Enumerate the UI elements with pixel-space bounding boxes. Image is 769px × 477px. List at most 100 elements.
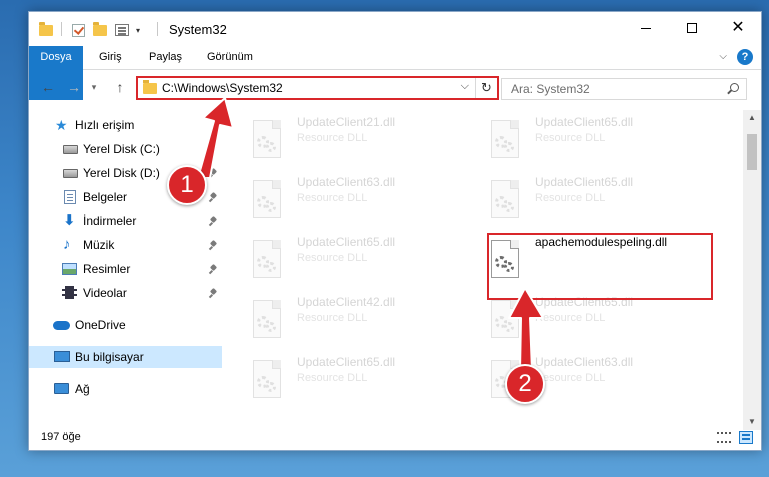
scroll-up-icon[interactable]: ▲: [743, 110, 761, 126]
sidebar-item-label: İndirmeler: [83, 214, 137, 228]
close-button[interactable]: ✕: [715, 12, 761, 44]
videos-icon: [62, 286, 77, 299]
tiles-view-icon[interactable]: [739, 431, 753, 444]
address-path[interactable]: C:\Windows\System32: [162, 81, 283, 95]
music-icon: ♪: [63, 236, 71, 253]
title-bar: ▾ System32 ✕: [29, 12, 761, 46]
file-name: UpdateClient42.dll: [297, 295, 396, 309]
star-icon: ★: [55, 117, 68, 133]
properties-check-icon[interactable]: [69, 21, 87, 39]
minimize-button[interactable]: [623, 12, 669, 44]
refresh-button[interactable]: ↻: [475, 78, 497, 98]
file-item[interactable]: UpdateClient65.dll Resource DLL: [463, 170, 693, 224]
scroll-thumb[interactable]: [747, 134, 757, 170]
file-name: UpdateClient65.dll: [535, 175, 634, 189]
sidebar-item-label: Videolar: [83, 286, 127, 300]
tab-share[interactable]: Paylaş: [137, 46, 194, 69]
pin-icon: [210, 169, 217, 178]
computer-icon: [54, 351, 70, 362]
search-placeholder: Ara: System32: [511, 82, 590, 96]
network-icon: [54, 383, 69, 394]
dll-file-icon: [251, 300, 283, 340]
back-button[interactable]: ←: [39, 79, 57, 95]
search-icon[interactable]: [730, 83, 739, 92]
sidebar-item-label: Müzik: [83, 238, 115, 252]
highlight-box: [487, 233, 713, 300]
drive-icon: [63, 145, 78, 154]
status-bar: 197 öğe: [29, 426, 761, 450]
file-type: Resource DLL: [297, 132, 368, 144]
file-type: Resource DLL: [535, 132, 606, 144]
file-item[interactable]: UpdateClient65.dll Resource DLL: [463, 110, 693, 164]
file-type: Resource DLL: [297, 312, 368, 324]
pin-icon: [210, 241, 217, 250]
file-item[interactable]: UpdateClient42.dll Resource DLL: [225, 290, 455, 344]
file-type: Resource DLL: [297, 372, 368, 384]
file-item[interactable]: UpdateClient63.dll Resource DLL: [225, 170, 455, 224]
dll-file-icon: [251, 360, 283, 400]
file-item[interactable]: UpdateClient63.dll Resource DLL: [463, 350, 693, 404]
tab-view[interactable]: Görünüm: [195, 46, 265, 69]
file-name: UpdateClient65.dll: [535, 115, 634, 129]
sidebar-item-videos[interactable]: Videolar: [29, 282, 222, 304]
window-title: System32: [169, 22, 227, 37]
file-explorer-window: ▾ System32 ✕ Dosya Giriş Paylaş Görünüm …: [28, 11, 762, 451]
folder-icon: [143, 80, 157, 94]
file-name: UpdateClient21.dll: [297, 115, 396, 129]
file-item[interactable]: UpdateClient65.dll Resource DLL: [225, 350, 455, 404]
step-2-badge: 2: [505, 364, 545, 404]
dll-file-icon: [251, 120, 283, 160]
file-item[interactable]: UpdateClient21.dll Resource DLL: [225, 110, 455, 164]
sidebar-item-label: Belgeler: [83, 190, 128, 204]
help-icon[interactable]: ?: [737, 49, 753, 65]
pin-icon: [210, 145, 217, 154]
ribbon-tabs: Dosya Giriş Paylaş Görünüm ⌵ ?: [29, 46, 761, 100]
sidebar-item-quick-access[interactable]: ★ Hızlı erişim: [29, 114, 222, 136]
close-icon: ✕: [731, 19, 745, 36]
pin-icon: [210, 265, 217, 274]
maximize-button[interactable]: [669, 12, 715, 44]
pin-icon: [210, 289, 217, 298]
properties-icon[interactable]: [113, 21, 131, 39]
search-input[interactable]: Ara: System32: [501, 78, 747, 100]
sidebar-item-local-disk-c[interactable]: Yerel Disk (C:): [29, 138, 222, 160]
drive-icon: [63, 169, 78, 178]
sidebar-item-music[interactable]: ♪ Müzik: [29, 234, 222, 256]
sidebar-item-downloads[interactable]: ⬇ İndirmeler: [29, 210, 222, 232]
sidebar-item-onedrive[interactable]: OneDrive: [29, 314, 222, 336]
download-icon: ⬇: [63, 212, 76, 229]
address-history-dropdown[interactable]: ⌵: [461, 80, 469, 93]
sidebar-item-label: Ağ: [75, 382, 90, 396]
file-type: Resource DLL: [297, 192, 368, 204]
sidebar-item-pictures[interactable]: Resimler: [29, 258, 222, 280]
onedrive-icon: [53, 321, 70, 330]
up-button[interactable]: ↑: [111, 79, 129, 95]
dll-file-icon: [489, 300, 521, 340]
sidebar-item-network[interactable]: Ağ: [29, 378, 222, 400]
sidebar-item-this-pc[interactable]: Bu bilgisayar: [29, 346, 222, 368]
customize-toolbar-dropdown[interactable]: ▾: [133, 21, 143, 39]
address-bar[interactable]: C:\Windows\System32 ⌵ ↻: [136, 76, 499, 100]
new-folder-icon[interactable]: [91, 21, 109, 39]
dll-file-icon: [251, 240, 283, 280]
expand-ribbon-chevron-icon[interactable]: ⌵: [719, 51, 727, 62]
recent-locations-dropdown[interactable]: ▾: [85, 82, 103, 93]
vertical-scrollbar[interactable]: ▲ ▼: [743, 110, 761, 430]
dll-file-icon: [251, 180, 283, 220]
forward-button[interactable]: →: [65, 79, 83, 95]
navigation-bar: ← → ▾ ↑ C:\Windows\System32 ⌵ ↻ Ara: Sys…: [29, 71, 761, 105]
sidebar-item-label: OneDrive: [75, 318, 126, 332]
details-view-icon[interactable]: [717, 432, 731, 443]
file-name: UpdateClient63.dll: [297, 175, 396, 189]
file-type: Resource DLL: [535, 312, 606, 324]
dll-file-icon: [489, 180, 521, 220]
pin-icon: [210, 217, 217, 226]
step-1-badge: 1: [167, 165, 207, 205]
navigation-pane: ★ Hızlı erişim Yerel Disk (C:) Yerel Dis…: [29, 110, 224, 428]
pictures-icon: [62, 263, 77, 275]
file-name: UpdateClient63.dll: [535, 355, 634, 369]
title-separator: [157, 22, 158, 36]
tab-home[interactable]: Giriş: [87, 46, 134, 69]
file-name: UpdateClient65.dll: [297, 235, 396, 249]
file-item[interactable]: UpdateClient65.dll Resource DLL: [225, 230, 455, 284]
